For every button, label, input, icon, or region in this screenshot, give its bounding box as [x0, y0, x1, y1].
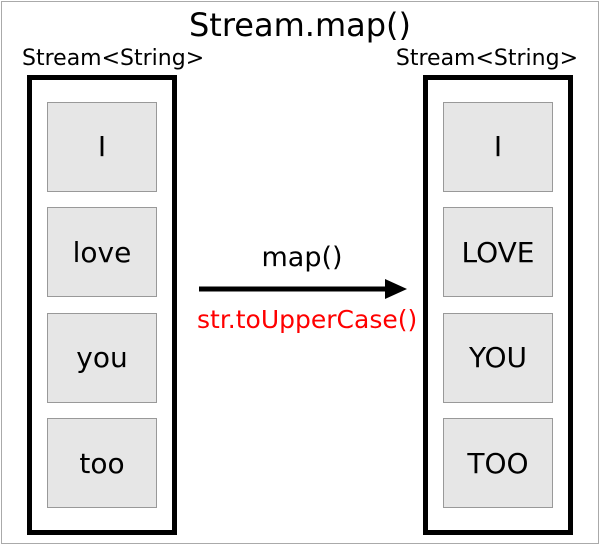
right-stream-label: Stream<String> — [396, 46, 578, 71]
stream-item: love — [47, 207, 157, 297]
stream-item: I — [47, 102, 157, 192]
map-method-label: map() — [197, 242, 407, 273]
left-stream-box: I love you too — [27, 75, 177, 535]
diagram-frame: Stream.map() Stream<String> Stream<Strin… — [1, 1, 599, 544]
stream-item: you — [47, 313, 157, 403]
stream-item: YOU — [443, 313, 553, 403]
arrow-icon — [197, 277, 407, 301]
right-stream-box: I LOVE YOU TOO — [423, 75, 573, 535]
map-function-label: str.toUpperCase() — [197, 305, 407, 334]
stream-item: I — [443, 102, 553, 192]
diagram-title: Stream.map() — [2, 6, 598, 44]
map-operation: map() str.toUpperCase() — [197, 242, 407, 334]
stream-item: too — [47, 418, 157, 508]
stream-item: LOVE — [443, 207, 553, 297]
stream-item: TOO — [443, 418, 553, 508]
left-stream-label: Stream<String> — [22, 46, 204, 71]
